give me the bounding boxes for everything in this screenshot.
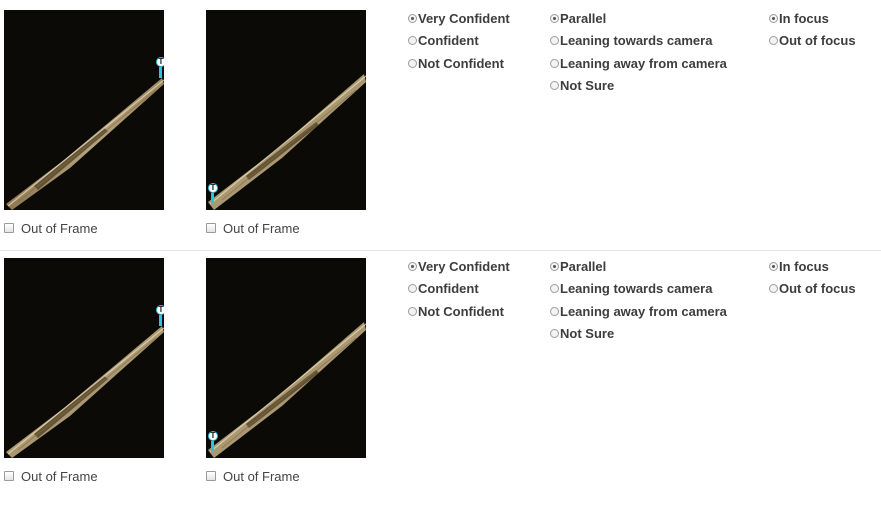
out-of-frame-checkbox[interactable]: Out of Frame <box>206 220 300 236</box>
radio-not-sure[interactable]: Not Sure <box>550 325 614 341</box>
option-label: Out of focus <box>779 32 856 48</box>
out-of-frame-checkbox[interactable]: Out of Frame <box>4 468 98 484</box>
radio-not-confident[interactable]: Not Confident <box>408 55 504 71</box>
annotation-row-2: T T Out of Frame Out of Frame Very Confi… <box>0 248 881 496</box>
radio-leaning-away-from-camera[interactable]: Leaning away from camera <box>550 55 727 71</box>
radio-not-confident[interactable]: Not Confident <box>408 303 504 319</box>
radio-in-focus[interactable]: In focus <box>769 10 829 26</box>
option-label: Leaning away from camera <box>560 303 727 319</box>
radio-leaning-towards-camera[interactable]: Leaning towards camera <box>550 32 712 48</box>
out-of-frame-checkbox[interactable]: Out of Frame <box>206 468 300 484</box>
option-label: Confident <box>418 280 479 296</box>
option-label: Not Sure <box>560 77 615 93</box>
radio-icon[interactable] <box>769 13 778 23</box>
radio-very-confident[interactable]: Very Confident <box>408 10 510 26</box>
endpoint-marker[interactable]: T <box>208 431 218 453</box>
endpoint-marker[interactable]: T <box>156 57 164 79</box>
radio-parallel[interactable]: Parallel <box>550 10 606 26</box>
option-label: Parallel <box>560 10 607 26</box>
checkbox-icon[interactable] <box>206 223 216 233</box>
specimen-svg <box>4 258 164 458</box>
radio-icon[interactable] <box>408 58 417 68</box>
annotation-row-1: T T Out of Frame Out of Frame Very Confi… <box>0 0 881 248</box>
radio-icon[interactable] <box>408 261 417 271</box>
radio-icon[interactable] <box>550 58 559 68</box>
radio-out-of-focus[interactable]: Out of focus <box>769 32 856 48</box>
endpoint-marker[interactable]: T <box>156 305 164 327</box>
radio-icon[interactable] <box>408 13 417 23</box>
radio-leaning-away-from-camera[interactable]: Leaning away from camera <box>550 303 727 319</box>
radio-icon[interactable] <box>408 283 417 293</box>
endpoint-marker[interactable]: T <box>208 183 218 205</box>
specimen-image-1[interactable]: T <box>4 258 164 458</box>
radio-parallel[interactable]: Parallel <box>550 258 606 274</box>
option-label: Not Confident <box>418 55 504 71</box>
checkbox-icon[interactable] <box>4 471 14 481</box>
radio-icon[interactable] <box>550 306 559 316</box>
radio-icon[interactable] <box>769 261 778 271</box>
option-label: In focus <box>779 258 829 274</box>
radio-icon[interactable] <box>769 283 778 293</box>
out-of-frame-label: Out of Frame <box>21 468 98 484</box>
radio-in-focus[interactable]: In focus <box>769 258 829 274</box>
radio-out-of-focus[interactable]: Out of focus <box>769 280 856 296</box>
radio-not-sure[interactable]: Not Sure <box>550 77 614 93</box>
radio-icon[interactable] <box>550 261 559 271</box>
radio-icon[interactable] <box>550 13 559 23</box>
radio-confident[interactable]: Confident <box>408 32 479 48</box>
specimen-svg <box>4 10 164 210</box>
out-of-frame-label: Out of Frame <box>223 468 300 484</box>
radio-leaning-towards-camera[interactable]: Leaning towards camera <box>550 280 712 296</box>
specimen-image-2[interactable]: T <box>206 258 366 458</box>
option-label: In focus <box>779 10 829 26</box>
radio-icon[interactable] <box>550 283 559 293</box>
option-label: Parallel <box>560 258 607 274</box>
radio-icon[interactable] <box>408 306 417 316</box>
specimen-image-1[interactable]: T <box>4 10 164 210</box>
checkbox-icon[interactable] <box>206 471 216 481</box>
specimen-svg <box>206 258 366 458</box>
option-label: Not Sure <box>560 325 615 341</box>
marker-stem <box>211 193 214 204</box>
option-label: Very Confident <box>418 258 510 274</box>
out-of-frame-checkbox[interactable]: Out of Frame <box>4 220 98 236</box>
radio-icon[interactable] <box>550 80 559 90</box>
radio-icon[interactable] <box>408 35 417 45</box>
option-label: Confident <box>418 32 479 48</box>
marker-stem <box>159 315 162 326</box>
checkbox-icon[interactable] <box>4 223 14 233</box>
option-label: Very Confident <box>418 10 510 26</box>
radio-icon[interactable] <box>550 35 559 45</box>
out-of-frame-label: Out of Frame <box>21 220 98 236</box>
specimen-svg <box>206 10 366 210</box>
option-label: Out of focus <box>779 280 856 296</box>
radio-icon[interactable] <box>769 35 778 45</box>
specimen-image-2[interactable]: T <box>206 10 366 210</box>
radio-confident[interactable]: Confident <box>408 280 479 296</box>
marker-head-icon: T <box>208 431 218 441</box>
marker-head-icon: T <box>156 305 164 315</box>
option-label: Not Confident <box>418 303 504 319</box>
option-label: Leaning towards camera <box>560 280 713 296</box>
marker-stem <box>159 67 162 78</box>
marker-head-icon: T <box>156 57 164 67</box>
radio-icon[interactable] <box>550 328 559 338</box>
marker-stem <box>211 441 214 452</box>
out-of-frame-label: Out of Frame <box>223 220 300 236</box>
option-label: Leaning towards camera <box>560 32 713 48</box>
option-label: Leaning away from camera <box>560 55 727 71</box>
radio-very-confident[interactable]: Very Confident <box>408 258 510 274</box>
marker-head-icon: T <box>208 183 218 193</box>
